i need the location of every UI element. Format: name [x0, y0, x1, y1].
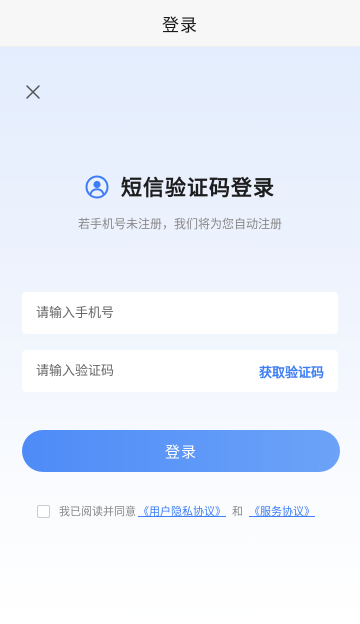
phone-input[interactable] — [36, 305, 324, 321]
nav-title: 登录 — [162, 15, 198, 36]
agree-checkbox[interactable] — [37, 504, 50, 518]
close-button[interactable] — [22, 81, 44, 103]
nav-bar: 登录 — [0, 0, 360, 47]
agreement-row: 我已阅读并同意 《用户隐私协议》 和 《服务协议》 — [37, 503, 317, 519]
get-code-button[interactable]: 获取验证码 — [259, 362, 324, 381]
login-page: 登录 短信验证码登录 若手机号未注册，我们将为您自动注册 请输入手机号 请输入验… — [0, 0, 360, 624]
login-button[interactable]: 登录 — [22, 430, 340, 472]
code-input[interactable] — [36, 363, 259, 379]
close-icon — [26, 85, 40, 99]
service-agreement-link[interactable]: 《服务协议》 — [249, 503, 315, 519]
code-field: 获取验证码 — [22, 350, 338, 392]
phone-field — [22, 292, 338, 334]
user-circle-icon — [85, 175, 109, 199]
privacy-policy-link[interactable]: 《用户隐私协议》 — [138, 503, 226, 519]
login-content: 短信验证码登录 若手机号未注册，我们将为您自动注册 获取验证码 登录 我已阅读并… — [0, 47, 360, 624]
agreement-and: 和 — [232, 505, 243, 518]
agreement-prefix: 我已阅读并同意 — [59, 505, 136, 518]
heading-row: 短信验证码登录 — [0, 172, 360, 202]
subtitle: 若手机号未注册，我们将为您自动注册 — [77, 217, 282, 231]
page-heading: 短信验证码登录 — [121, 176, 275, 200]
